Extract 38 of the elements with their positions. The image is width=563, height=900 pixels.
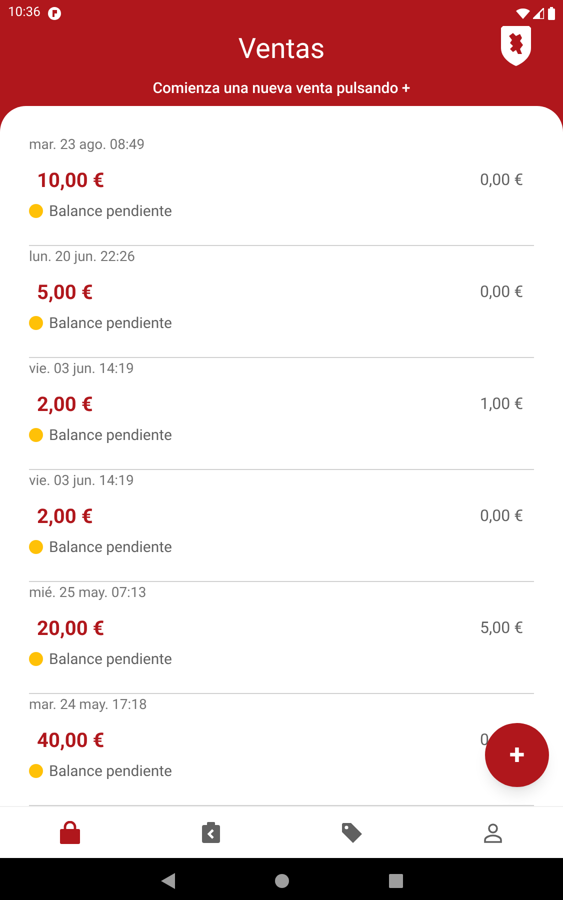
paid-amount: 1,00 € xyxy=(480,393,524,415)
sale-date: mar. 24 may. 17:18 xyxy=(29,696,148,715)
sale-total: 10,00 € xyxy=(37,167,104,193)
page-subtitle: Comienza una nueva venta pulsando + xyxy=(152,78,410,99)
clipboard-icon xyxy=(201,822,222,844)
sale-status: Balance pendiente xyxy=(49,201,172,222)
sale-status: Balance pendiente xyxy=(49,537,172,558)
home-icon[interactable] xyxy=(274,874,288,888)
sale-total: 40,00 € xyxy=(37,727,104,753)
tag-icon xyxy=(340,822,363,844)
sale-total: 5,00 € xyxy=(37,279,93,305)
notification-icon xyxy=(48,6,62,20)
sale-date: lun. 20 jun. 22:26 xyxy=(29,248,136,267)
sale-total: 2,00 € xyxy=(37,503,93,529)
wifi-icon xyxy=(516,8,530,18)
signal-icon xyxy=(533,8,544,18)
paid-amount: 0,00 € xyxy=(480,281,524,303)
back-icon[interactable] xyxy=(160,872,174,888)
sale-total: 2,00 € xyxy=(37,391,93,417)
sale-status: Balance pendiente xyxy=(49,761,172,782)
paid-amount: 0,00 € xyxy=(480,505,524,527)
recents-icon[interactable] xyxy=(388,874,402,888)
sale-date: vie. 03 jun. 14:19 xyxy=(29,360,135,379)
sale-status: Balance pendiente xyxy=(49,425,172,446)
sale-date: mié. 25 may. 07:13 xyxy=(29,584,148,603)
status-time: 10:36 xyxy=(8,4,40,22)
battery-icon xyxy=(548,6,555,20)
page-title: Ventas xyxy=(238,31,325,67)
shopping-bag-icon xyxy=(59,820,82,844)
paid-amount: 5,00 € xyxy=(480,617,524,639)
paid-amount: 0,00 € xyxy=(480,169,524,191)
sale-date: vie. 03 jun. 14:19 xyxy=(29,472,135,491)
sale-status: Balance pendiente xyxy=(49,313,172,334)
person-icon xyxy=(482,822,503,842)
sale-total: 20,00 € xyxy=(37,615,104,641)
sale-status: Balance pendiente xyxy=(49,649,172,670)
sale-date: mar. 23 ago. 08:49 xyxy=(29,136,146,155)
shield-logo xyxy=(500,26,532,66)
